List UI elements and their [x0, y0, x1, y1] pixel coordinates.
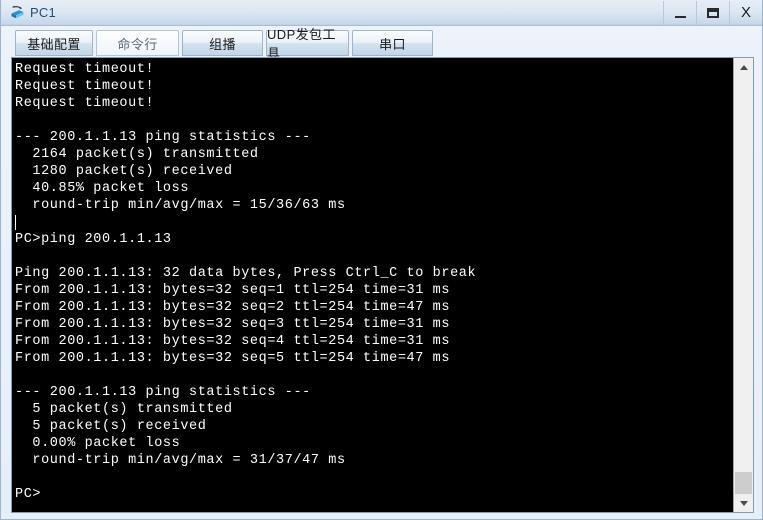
- console-scrollbar[interactable]: [733, 58, 753, 512]
- close-button[interactable]: X: [729, 1, 762, 25]
- console-panel: Request timeout! Request timeout! Request …: [11, 57, 754, 513]
- pc1-window: PC1 X 基础配置 命令行 组播 UDP发包工具 串口 Request tim…: [0, 0, 763, 520]
- scroll-down-button[interactable]: [734, 494, 753, 512]
- tab-label: 基础配置: [27, 36, 81, 52]
- terminal-line: From 200.1.1.13: bytes=32 seq=3 ttl=254 …: [15, 317, 451, 332]
- tab-basic-config[interactable]: 基础配置: [15, 30, 93, 56]
- scrollbar-thumb[interactable]: [735, 472, 752, 494]
- terminal-line: From 200.1.1.13: bytes=32 seq=2 ttl=254 …: [15, 300, 451, 315]
- chevron-down-icon: [739, 500, 748, 506]
- window-title: PC1: [30, 5, 56, 20]
- tab-serial-port[interactable]: 串口: [352, 30, 433, 56]
- maximize-icon: [707, 8, 719, 18]
- terminal-line: [15, 214, 733, 231]
- terminal-line: From 200.1.1.13: bytes=32 seq=5 ttl=254 …: [15, 351, 451, 366]
- tab-bar: 基础配置 命令行 组播 UDP发包工具 串口: [1, 27, 762, 61]
- terminal-line: 0.00% packet loss: [15, 436, 181, 451]
- terminal-line: Request timeout!: [15, 62, 155, 77]
- chevron-up-icon: [739, 64, 748, 70]
- terminal-line: Request timeout!: [15, 96, 155, 111]
- terminal-line: 2164 packet(s) transmitted: [15, 147, 259, 162]
- terminal-line: From 200.1.1.13: bytes=32 seq=4 ttl=254 …: [15, 334, 451, 349]
- close-icon: X: [740, 4, 751, 21]
- terminal-line: PC>ping 200.1.1.13: [15, 232, 172, 247]
- terminal-line: 5 packet(s) transmitted: [15, 402, 233, 417]
- terminal-line: From 200.1.1.13: bytes=32 seq=1 ttl=254 …: [15, 283, 451, 298]
- terminal-line: 5 packet(s) received: [15, 419, 207, 434]
- tab-command-line[interactable]: 命令行: [96, 30, 179, 56]
- terminal-line: 40.85% packet loss: [15, 181, 190, 196]
- tab-multicast[interactable]: 组播: [182, 30, 263, 56]
- scroll-up-button[interactable]: [734, 58, 753, 76]
- tab-label: 命令行: [117, 36, 158, 52]
- minimize-icon: [674, 15, 686, 18]
- terminal-line: --- 200.1.1.13 ping statistics ---: [15, 385, 311, 400]
- titlebar: PC1 X: [1, 0, 762, 26]
- terminal-line: Request timeout!: [15, 79, 155, 94]
- tab-label: 串口: [379, 36, 406, 52]
- window-controls: X: [663, 0, 762, 26]
- terminal-line: --- 200.1.1.13 ping statistics ---: [15, 130, 311, 145]
- terminal-output[interactable]: Request timeout! Request timeout! Request …: [12, 58, 733, 512]
- terminal-line: round-trip min/avg/max = 15/36/63 ms: [15, 198, 346, 213]
- tab-label: 组播: [209, 36, 236, 52]
- terminal-line: PC>: [15, 487, 42, 502]
- pc-device-icon: [11, 6, 24, 19]
- terminal-line: Ping 200.1.1.13: 32 data bytes, Press Ct…: [15, 266, 477, 281]
- terminal-line: round-trip min/avg/max = 31/37/47 ms: [15, 453, 346, 468]
- tab-udp-packet-tool[interactable]: UDP发包工具: [266, 27, 349, 61]
- terminal-line: 1280 packet(s) received: [15, 164, 233, 179]
- maximize-button[interactable]: [696, 1, 729, 25]
- titlebar-left: PC1: [8, 2, 56, 24]
- minimize-button[interactable]: [663, 1, 696, 25]
